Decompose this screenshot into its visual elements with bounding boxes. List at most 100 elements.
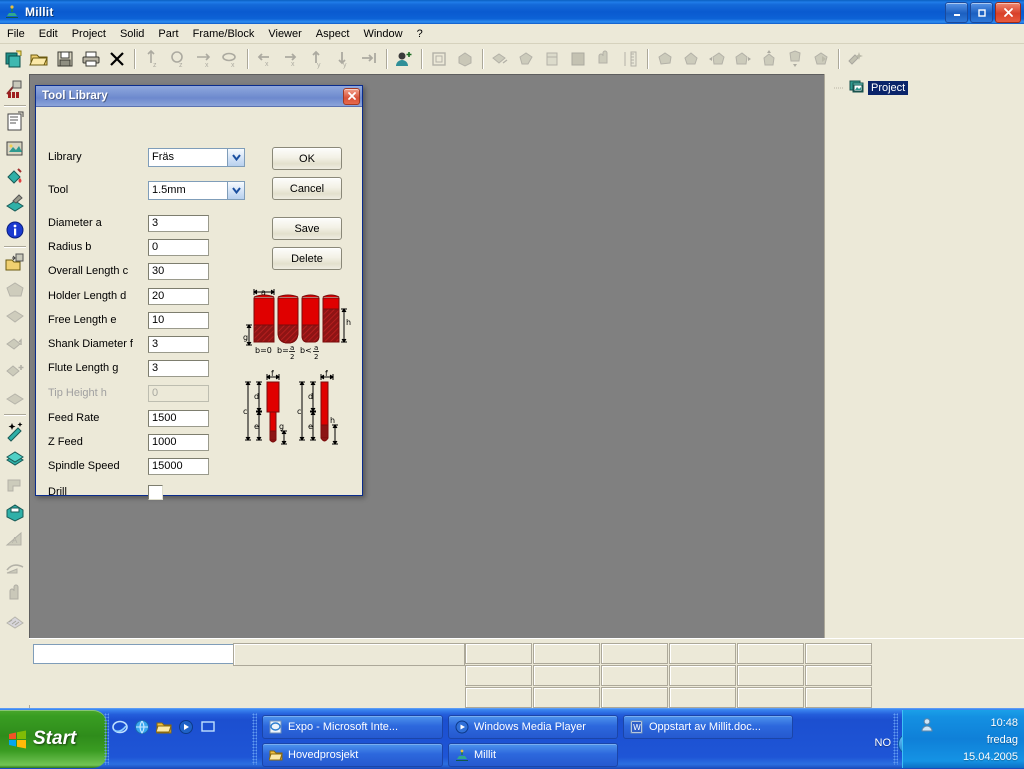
folder-icon (269, 748, 283, 762)
open-folder-icon[interactable] (26, 46, 52, 72)
internet-explorer-icon[interactable] (112, 719, 128, 735)
magic-wand-icon[interactable] (2, 418, 28, 444)
feed-rate-input[interactable]: 1500 (148, 409, 209, 427)
field-label-z-feed: Z Feed (48, 436, 83, 448)
field-label-free-length-e: Free Length e (48, 314, 117, 326)
rotate-x-icon: x (217, 46, 243, 72)
svg-text:g: g (279, 422, 284, 431)
toolbar-separator (134, 49, 135, 69)
field-feed-rate: Feed Rate 1500 (48, 409, 209, 427)
menu-item-file[interactable]: File (0, 26, 32, 42)
diameter-a-input[interactable]: 3 (148, 214, 209, 232)
svg-text:c: c (243, 407, 247, 416)
minimize-button[interactable] (945, 2, 968, 23)
svg-text:a: a (290, 344, 294, 352)
drill-checkbox[interactable] (148, 484, 163, 500)
dialog-body: Library Fräs Tool 1.5mm Diameter a 3 Rad… (36, 107, 362, 500)
show-desktop-icon[interactable] (200, 719, 216, 735)
flute-length-g-input[interactable]: 3 (148, 359, 209, 377)
toolbar-separator (386, 49, 387, 69)
field-label-tip-height-h: Tip Height h (48, 387, 107, 399)
tool-library-icon[interactable] (2, 76, 28, 102)
tree-item-project[interactable]: Project (829, 80, 1024, 95)
quick-launch-grip[interactable] (104, 713, 109, 765)
layer-paint-icon[interactable] (2, 190, 28, 216)
paint-bucket-icon[interactable] (2, 163, 28, 189)
menu-item-aspect[interactable]: Aspect (309, 26, 357, 42)
free-length-e-input[interactable]: 10 (148, 311, 209, 329)
browser-icon[interactable] (134, 719, 150, 735)
cancel-button[interactable]: Cancel (272, 177, 342, 200)
chevron-down-icon[interactable] (227, 148, 244, 166)
layers-teal-icon[interactable] (2, 445, 28, 471)
toolbox-teal-icon[interactable] (2, 499, 28, 525)
taskbar-item-wmp[interactable]: Windows Media Player (448, 715, 618, 739)
field-overall-length-c: Overall Length c 30 (48, 262, 209, 280)
delete-button[interactable]: Delete (272, 247, 342, 270)
menu-item-part[interactable]: Part (151, 26, 185, 42)
info-icon[interactable] (2, 217, 28, 243)
left-toolbar: A (0, 74, 30, 710)
tray-clock[interactable]: 10:48 fredag 15.04.2005 (963, 715, 1018, 766)
shape-combine-icon (808, 46, 834, 72)
open-part-icon[interactable] (2, 250, 28, 276)
taskbar-row-1: Expo - Microsoft Inte... Windows Media P… (262, 715, 793, 739)
toolbar-separator (647, 49, 648, 69)
status-cell (669, 687, 736, 708)
radius-b-input[interactable]: 0 (148, 238, 209, 256)
taskbar-item-oppstart-doc[interactable]: W Oppstart av Millit.doc... (623, 715, 793, 739)
status-command-input[interactable] (33, 644, 236, 664)
field-label-spindle-speed: Spindle Speed (48, 460, 120, 472)
delete-x-icon[interactable] (104, 46, 130, 72)
shank-diameter-f-input[interactable]: 3 (148, 335, 209, 353)
solid-add-icon (2, 358, 28, 384)
tree-connector-icon (833, 82, 847, 94)
field-free-length-e: Free Length e 10 (48, 311, 209, 329)
menu-item-solid[interactable]: Solid (113, 26, 151, 42)
hatch-pattern-icon (2, 607, 28, 633)
tool-combobox[interactable]: 1.5mm (148, 180, 245, 200)
close-button[interactable] (995, 2, 1021, 23)
field-holder-length-d: Holder Length d 20 (48, 287, 209, 305)
document-properties-icon[interactable] (2, 109, 28, 135)
new-project-icon[interactable] (0, 46, 26, 72)
print-icon[interactable] (78, 46, 104, 72)
language-indicator[interactable]: NO (875, 737, 892, 749)
menu-item-edit[interactable]: Edit (32, 26, 65, 42)
taskbar-grip[interactable] (252, 713, 257, 765)
solid-gray-b-icon (2, 304, 28, 330)
folder-icon[interactable] (156, 719, 172, 735)
solid-plain-icon (2, 385, 28, 411)
image-frame-icon[interactable] (2, 136, 28, 162)
svg-text:d: d (308, 392, 313, 401)
user-add-icon[interactable] (391, 46, 417, 72)
z-feed-input[interactable]: 1000 (148, 433, 209, 451)
user-account-icon[interactable] (919, 717, 935, 733)
menu-item-project[interactable]: Project (65, 26, 113, 42)
ok-button[interactable]: OK (272, 147, 342, 170)
start-button[interactable]: Start (0, 710, 107, 768)
taskbar-item-millit[interactable]: Millit (448, 743, 618, 767)
library-combobox[interactable]: Fräs (148, 147, 245, 167)
dialog-close-button[interactable] (343, 87, 360, 105)
window-title-bar: Millit (0, 0, 1024, 24)
chevron-down-icon[interactable] (227, 181, 244, 199)
ramp-a-icon: A (2, 526, 28, 552)
menu-item-viewer[interactable]: Viewer (261, 26, 308, 42)
taskbar-item-hovedprosjekt[interactable]: Hovedprosjekt (262, 743, 443, 767)
maximize-button[interactable] (970, 2, 993, 23)
overall-length-c-input[interactable]: 30 (148, 262, 209, 280)
media-player-icon[interactable] (178, 719, 194, 735)
tray-grip[interactable] (893, 713, 898, 765)
taskbar-item-expo[interactable]: Expo - Microsoft Inte... (262, 715, 443, 739)
menu-item-help[interactable]: ? (410, 26, 430, 42)
field-radius-b: Radius b 0 (48, 238, 209, 256)
menu-item-window[interactable]: Window (356, 26, 409, 42)
save-disk-icon[interactable] (52, 46, 78, 72)
svg-text:z: z (153, 62, 157, 69)
save-button[interactable]: Save (272, 217, 342, 240)
holder-length-d-input[interactable]: 20 (148, 287, 209, 305)
svg-text:x: x (231, 62, 235, 69)
spindle-speed-input[interactable]: 15000 (148, 457, 209, 475)
menu-item-frame-block[interactable]: Frame/Block (186, 26, 262, 42)
